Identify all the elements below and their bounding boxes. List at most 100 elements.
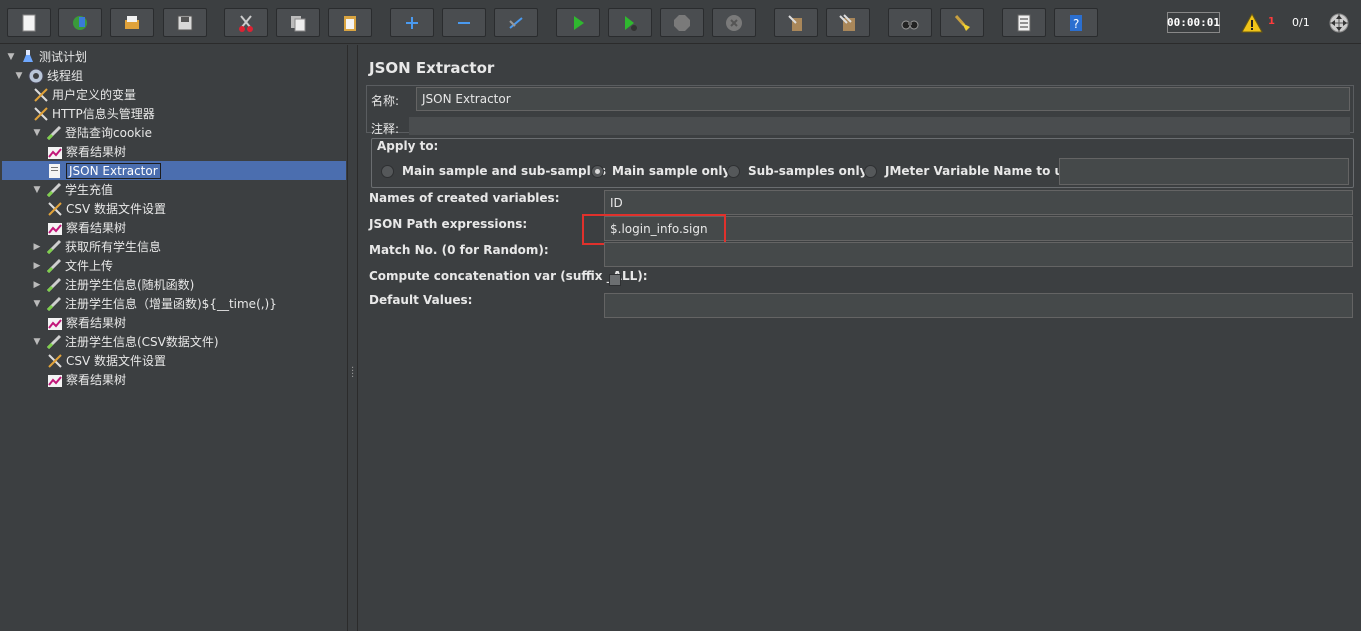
tree-item-label: 注册学生信息(随机函数) <box>65 278 195 292</box>
comment-field[interactable] <box>409 117 1350 135</box>
save-button[interactable] <box>163 8 207 37</box>
collapse-arrow-icon[interactable]: ▼ <box>32 337 42 347</box>
toggle-button[interactable] <box>494 8 538 37</box>
splitter-grip-icon[interactable]: .... <box>351 361 354 380</box>
sampler-icon <box>45 295 63 313</box>
sampler-icon <box>45 276 63 294</box>
start-button[interactable] <box>556 8 600 37</box>
page-title: JSON Extractor <box>369 59 495 77</box>
reset-search-icon <box>952 13 972 33</box>
tree-item[interactable]: ▼ 测试计划 <box>6 47 87 66</box>
help-icon: ? <box>1066 13 1086 33</box>
match-no-label: Match No. (0 for Random): <box>369 243 549 257</box>
radio-main-and-sub-label[interactable]: Main sample and sub-samples <box>402 164 606 178</box>
stop-button[interactable] <box>660 8 704 37</box>
start-icon <box>568 13 588 33</box>
tree-item[interactable]: 用户定义的变量 <box>32 85 136 104</box>
collapse-arrow-icon[interactable]: ▼ <box>6 52 16 62</box>
test-plan-icon <box>19 48 37 66</box>
templates-button[interactable] <box>58 8 102 37</box>
tree-item[interactable]: 察看结果树 <box>46 218 126 237</box>
new-icon <box>19 13 39 33</box>
tree-item[interactable]: JSON Extractor <box>46 161 161 180</box>
collapse-arrow-icon[interactable]: ▼ <box>32 299 42 309</box>
function-helper-button[interactable] <box>1002 8 1046 37</box>
tree-item[interactable]: 察看结果树 <box>46 313 126 332</box>
radio-main-only[interactable] <box>591 165 604 178</box>
tree-item-label: JSON Extractor <box>66 162 161 179</box>
collapse-button[interactable] <box>442 8 486 37</box>
sampler-icon <box>45 257 63 275</box>
paste-button[interactable] <box>328 8 372 37</box>
active-threads: 0/1 <box>1292 16 1310 29</box>
tree-item-label: 学生充值 <box>65 183 114 197</box>
tree-item[interactable]: ▼ 学生充值 <box>32 180 113 199</box>
toggle-icon <box>506 13 526 33</box>
remote-globe-icon[interactable] <box>1328 12 1350 37</box>
match-no-field[interactable] <box>604 242 1353 267</box>
help-button[interactable]: ? <box>1054 8 1098 37</box>
radio-main-and-sub[interactable] <box>381 165 394 178</box>
toolbar: ? 00:00:01 1 0/1 <box>0 0 1361 44</box>
radio-jmeter-variable-label[interactable]: JMeter Variable Name to use <box>885 164 1078 178</box>
tree-item[interactable]: ▶ 获取所有学生信息 <box>32 237 161 256</box>
clear-button[interactable] <box>774 8 818 37</box>
expand-arrow-icon[interactable]: ▶ <box>32 261 42 271</box>
tree-item[interactable]: ▼ 登陆查询cookie <box>32 123 152 142</box>
expand-icon <box>402 13 422 33</box>
radio-jmeter-variable[interactable] <box>864 165 877 178</box>
tree-item[interactable]: ▶ 文件上传 <box>32 256 113 275</box>
tree-item[interactable]: HTTP信息头管理器 <box>32 104 155 123</box>
names-variables-field[interactable]: ID <box>604 190 1353 215</box>
json-path-label: JSON Path expressions: <box>369 217 528 231</box>
name-field[interactable]: JSON Extractor <box>416 87 1350 111</box>
tree-item[interactable]: ▼ 线程组 <box>14 66 83 85</box>
warning-icon[interactable] <box>1241 12 1263 36</box>
shutdown-icon <box>724 13 744 33</box>
thread-group-icon <box>27 67 45 85</box>
collapse-arrow-icon[interactable]: ▼ <box>14 71 24 81</box>
expand-arrow-icon[interactable]: ▶ <box>32 242 42 252</box>
tree-item-label: 察看结果树 <box>66 373 127 387</box>
jmeter-variable-input[interactable] <box>1059 158 1349 185</box>
tree-item-label: HTTP信息头管理器 <box>52 107 155 121</box>
tree-item[interactable]: ▼ 注册学生信息(CSV数据文件) <box>32 332 219 351</box>
clear-icon <box>786 13 806 33</box>
radio-main-only-label[interactable]: Main sample only <box>612 164 730 178</box>
tree-item-label: 线程组 <box>47 69 84 83</box>
open-icon <box>122 13 142 33</box>
collapse-arrow-icon[interactable]: ▼ <box>32 185 42 195</box>
search-button[interactable] <box>888 8 932 37</box>
tree-item[interactable]: CSV 数据文件设置 <box>46 351 166 370</box>
expand-arrow-icon[interactable]: ▶ <box>32 280 42 290</box>
collapse-arrow-icon[interactable]: ▼ <box>32 128 42 138</box>
expand-button[interactable] <box>390 8 434 37</box>
json-extractor-panel: JSON Extractor 名称: JSON Extractor 注释: Ap… <box>358 45 1361 631</box>
reset-search-button[interactable] <box>940 8 984 37</box>
open-button[interactable] <box>110 8 154 37</box>
split-pane-handle[interactable] <box>348 45 357 631</box>
start-no-pause-button[interactable] <box>608 8 652 37</box>
clear-all-button[interactable] <box>826 8 870 37</box>
search-icon <box>900 13 920 33</box>
svg-text:?: ? <box>1073 17 1079 31</box>
apply-to-title: Apply to: <box>375 139 441 153</box>
tree-item[interactable]: CSV 数据文件设置 <box>46 199 166 218</box>
radio-sub-only-label[interactable]: Sub-samples only <box>748 164 867 178</box>
tree-item-label: 察看结果树 <box>66 316 127 330</box>
cut-button[interactable] <box>224 8 268 37</box>
copy-button[interactable] <box>276 8 320 37</box>
radio-sub-only[interactable] <box>727 165 740 178</box>
tree-item[interactable]: ▼ 注册学生信息（增量函数)${__time(,)} <box>32 294 277 313</box>
concat-checkbox[interactable] <box>609 274 621 286</box>
name-label: 名称: <box>371 94 400 108</box>
tree-item[interactable]: 察看结果树 <box>46 370 126 389</box>
tree-item[interactable]: ▶ 注册学生信息(随机函数) <box>32 275 194 294</box>
tree-item[interactable]: 察看结果树 <box>46 142 126 161</box>
sampler-icon <box>45 124 63 142</box>
default-values-field[interactable] <box>604 293 1353 318</box>
shutdown-button[interactable] <box>712 8 756 37</box>
test-plan-tree[interactable]: ▼ 测试计划 ▼ 线程组 用户定义的变量 HTTP信息头管理器 ▼ 登陆查询cookie 察看结… <box>0 45 347 631</box>
new-button[interactable] <box>7 8 51 37</box>
save-icon <box>175 13 195 33</box>
